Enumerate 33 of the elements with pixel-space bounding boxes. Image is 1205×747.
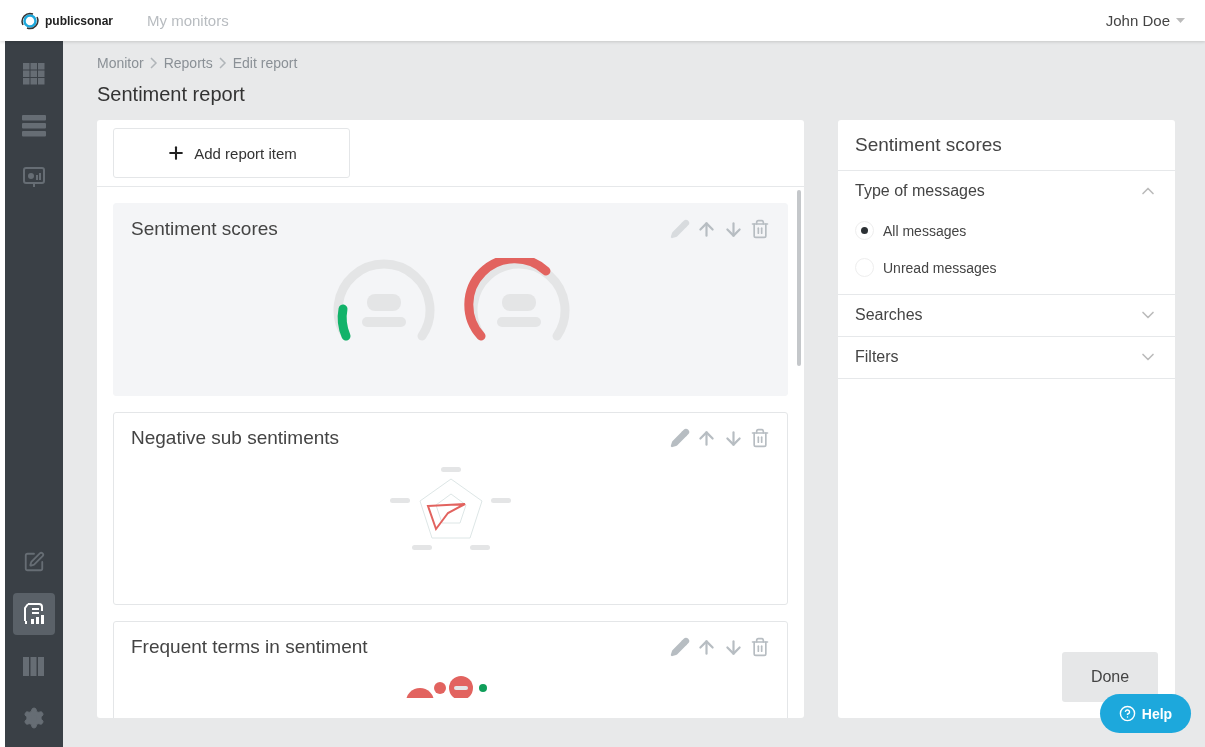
- report-item-title: Sentiment scores: [131, 218, 278, 240]
- edit-icon[interactable]: [670, 427, 690, 449]
- gear-icon: [22, 706, 46, 730]
- edit-icon: [23, 551, 45, 573]
- list-icon: [22, 115, 46, 137]
- user-menu[interactable]: John Doe: [1105, 12, 1185, 29]
- done-button[interactable]: Done: [1062, 652, 1158, 702]
- presentation-icon: [23, 167, 45, 189]
- radio-label: All messages: [883, 222, 967, 239]
- page-title: Sentiment report: [97, 83, 246, 106]
- edit-icon[interactable]: [670, 218, 690, 240]
- report-item-card[interactable]: Frequent terms in sentiment: [113, 621, 788, 718]
- chevron-right-icon: [218, 57, 227, 69]
- add-report-item-button[interactable]: Add report item: [113, 128, 350, 178]
- report-item-title: Negative sub sentiments: [131, 427, 340, 449]
- sidebar-item[interactable]: [13, 593, 55, 635]
- report-icon: [23, 602, 45, 626]
- trash-icon[interactable]: [750, 427, 770, 449]
- report-item-card[interactable]: Negative sub sentiments: [113, 412, 788, 605]
- trash-icon[interactable]: [750, 636, 770, 658]
- chevron-right-icon: [149, 57, 158, 69]
- edit-icon[interactable]: [670, 636, 690, 658]
- books-icon: [23, 655, 45, 677]
- logo-icon: [20, 10, 40, 31]
- trash-icon[interactable]: [750, 218, 770, 240]
- help-icon: [1118, 705, 1136, 722]
- radio-label: Unread messages: [883, 259, 997, 276]
- grid-icon: [23, 63, 45, 85]
- report-item-card[interactable]: Sentiment scores: [113, 203, 788, 396]
- caret-icon: [1176, 18, 1185, 23]
- scrollbar[interactable]: [797, 190, 801, 366]
- brand-name: publicsonar: [45, 13, 113, 28]
- report-item-title: Frequent terms in sentiment: [131, 636, 368, 658]
